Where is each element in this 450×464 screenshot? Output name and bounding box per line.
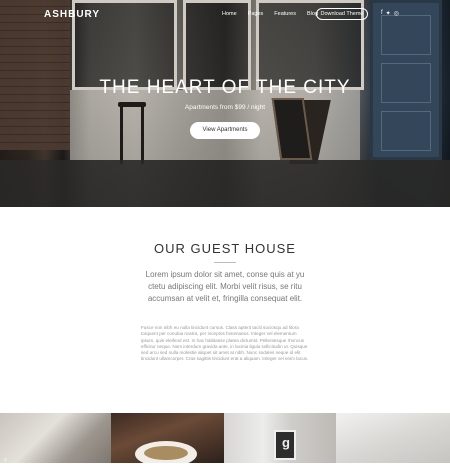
hero-title: THE HEART OF THE CITY <box>99 77 351 98</box>
view-apartments-button[interactable]: View Apartments <box>190 122 260 139</box>
nav-item-features[interactable]: Features <box>274 11 296 17</box>
body-paragraph: Fusce non nibh eu nulla tincidunt cursus… <box>141 325 309 362</box>
facebook-icon[interactable]: f <box>381 10 383 17</box>
bar-stool <box>118 102 146 164</box>
social-links: f ✦ ◎ <box>381 10 399 17</box>
hero-section: ASHBURY Home Pages Features Blog Downloa… <box>0 0 450 207</box>
download-theme-button[interactable]: Download Theme <box>316 8 368 20</box>
instagram-icon[interactable]: ◎ <box>394 10 399 17</box>
site-logo[interactable]: ASHBURY <box>44 9 100 20</box>
section-title: OUR GUEST HOUSE <box>154 241 296 256</box>
hero-subtitle: Apartments from $99 / night <box>184 104 266 111</box>
nav-item-home[interactable]: Home <box>222 11 237 17</box>
lead-paragraph: Lorem ipsum dolor sit amet, conse quis a… <box>145 270 305 303</box>
street <box>0 160 450 207</box>
twitter-icon[interactable]: ✦ <box>386 10 391 17</box>
gallery-image-interior[interactable]: g <box>224 413 336 463</box>
gallery-image-bedding[interactable] <box>0 413 111 463</box>
gallery-image-food[interactable] <box>111 413 224 463</box>
title-divider <box>214 262 236 263</box>
gallery-image-bedroom[interactable] <box>336 413 450 463</box>
main-menu: Home Pages Features Blog <box>222 11 329 17</box>
top-nav: ASHBURY Home Pages Features Blog Downloa… <box>0 0 450 28</box>
photo-gallery: g <box>0 413 450 463</box>
nav-item-pages[interactable]: Pages <box>248 11 264 17</box>
